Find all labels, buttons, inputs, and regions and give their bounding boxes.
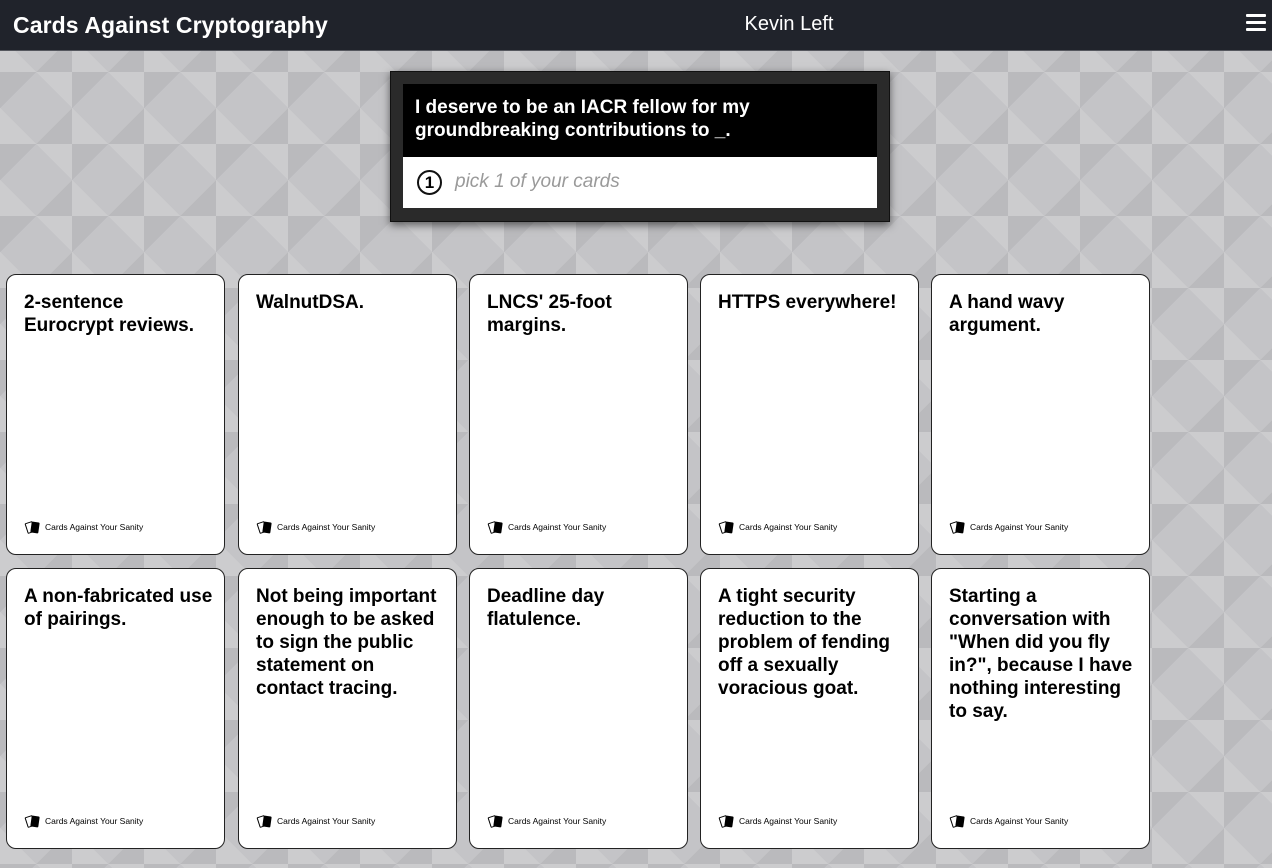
cards-logo-icon [718,520,735,534]
answer-card[interactable]: A non-fabricated use of pairings. Cards … [6,568,225,849]
card-footer: Cards Against Your Sanity [718,814,838,828]
prompt-card: I deserve to be an IACR fellow for my gr… [390,71,890,222]
card-brand: Cards Against Your Sanity [508,522,607,532]
cards-logo-icon [718,814,735,828]
card-footer: Cards Against Your Sanity [949,814,1069,828]
cards-logo-icon [24,520,41,534]
cards-logo-icon [487,520,504,534]
answer-card[interactable]: LNCS' 25-foot margins. Cards Against You… [469,274,688,555]
prompt-text: I deserve to be an IACR fellow for my gr… [403,84,877,157]
cards-logo-icon [256,814,273,828]
card-footer: Cards Against Your Sanity [24,520,144,534]
player-name: Kevin Left [744,13,834,35]
pick-instruction: pick 1 of your cards [455,171,620,192]
cards-logo-icon [24,814,41,828]
card-text: A hand wavy argument. [949,292,1065,336]
card-text: Starting a conversation with "When did y… [949,586,1133,722]
answer-card[interactable]: 2-sentence Eurocrypt reviews. Cards Agai… [6,274,225,555]
card-text: Not being important enough to be asked t… [256,586,437,699]
card-footer: Cards Against Your Sanity [487,520,607,534]
card-brand: Cards Against Your Sanity [277,816,376,826]
card-brand: Cards Against Your Sanity [739,522,838,532]
answer-card[interactable]: Not being important enough to be asked t… [238,568,457,849]
pick-count-badge: 1 [417,170,442,195]
card-brand: Cards Against Your Sanity [508,816,607,826]
answer-card[interactable]: A tight security reduction to the proble… [700,568,919,849]
card-text: WalnutDSA. [256,292,365,313]
top-bar: Cards Against Cryptography Kevin Left [0,0,1272,51]
app-title: Cards Against Cryptography [13,12,328,38]
card-footer: Cards Against Your Sanity [256,814,376,828]
card-text: Deadline day flatulence. [487,586,605,630]
cards-logo-icon [256,520,273,534]
card-brand: Cards Against Your Sanity [970,816,1069,826]
cards-logo-icon [949,520,966,534]
answer-card[interactable]: HTTPS everywhere! Cards Against Your San… [700,274,919,555]
card-footer: Cards Against Your Sanity [718,520,838,534]
answer-card[interactable]: WalnutDSA. Cards Against Your Sanity [238,274,457,555]
card-brand: Cards Against Your Sanity [277,522,376,532]
card-text: 2-sentence Eurocrypt reviews. [24,292,195,336]
answer-card[interactable]: A hand wavy argument. Cards Against Your… [931,274,1150,555]
card-text: LNCS' 25-foot margins. [487,292,612,336]
card-footer: Cards Against Your Sanity [949,520,1069,534]
card-brand: Cards Against Your Sanity [45,816,144,826]
card-footer: Cards Against Your Sanity [487,814,607,828]
hamburger-menu-icon[interactable] [1246,14,1266,34]
pick-instruction-panel: 1 pick 1 of your cards [403,157,877,208]
card-text: A tight security reduction to the proble… [718,586,891,699]
card-brand: Cards Against Your Sanity [970,522,1069,532]
cards-logo-icon [949,814,966,828]
answer-card[interactable]: Deadline day flatulence. Cards Against Y… [469,568,688,849]
answer-card[interactable]: Starting a conversation with "When did y… [931,568,1150,849]
card-text: HTTPS everywhere! [718,292,897,313]
card-brand: Cards Against Your Sanity [739,816,838,826]
card-footer: Cards Against Your Sanity [256,520,376,534]
card-footer: Cards Against Your Sanity [24,814,144,828]
card-brand: Cards Against Your Sanity [45,522,144,532]
card-text: A non-fabricated use of pairings. [24,586,213,630]
cards-logo-icon [487,814,504,828]
